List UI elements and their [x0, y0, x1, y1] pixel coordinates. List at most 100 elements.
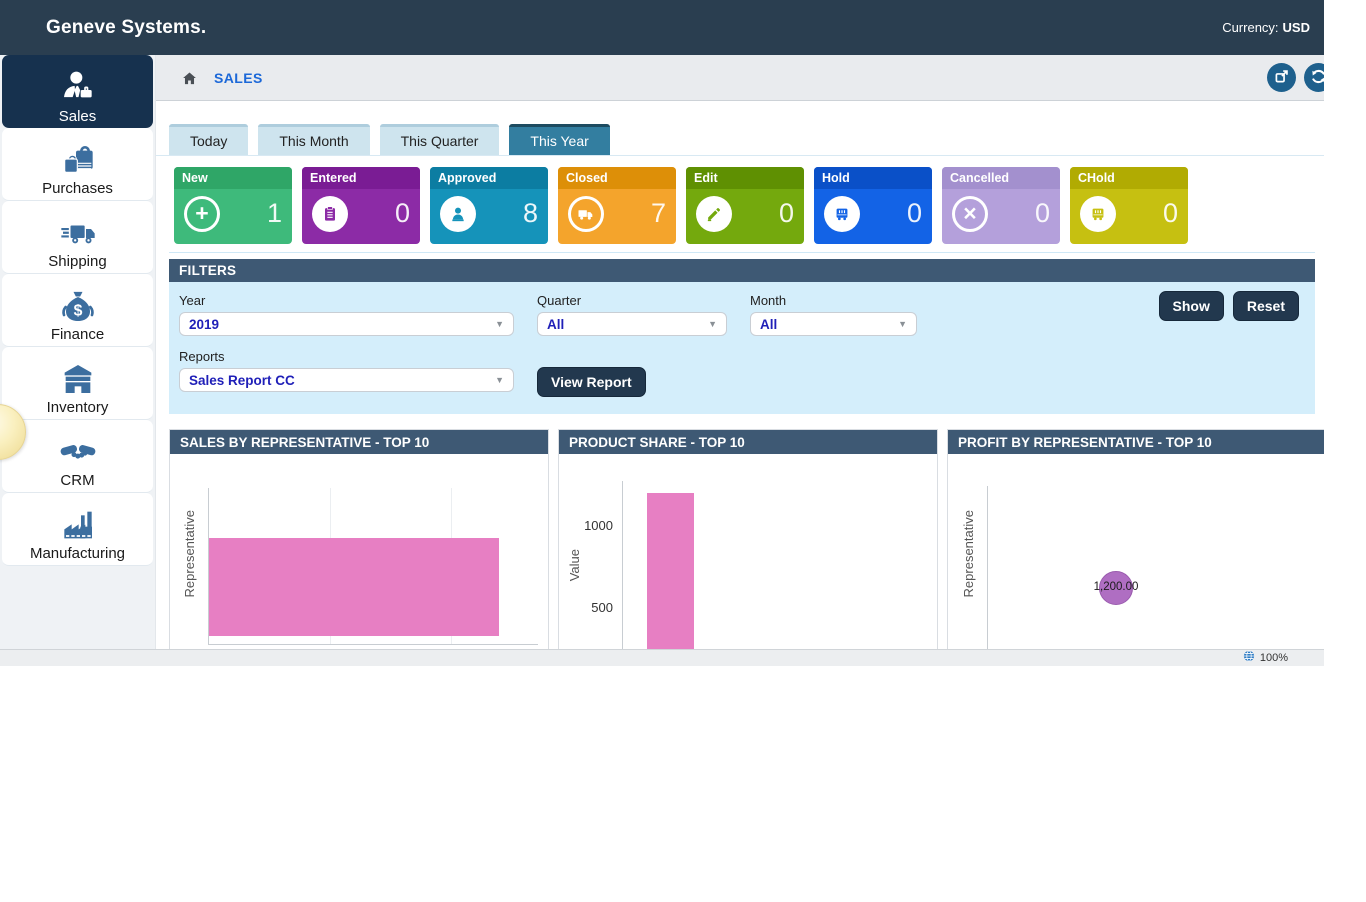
charts-row: SALES BY REPRESENTATIVE - TOP 10 Represe… [169, 429, 1324, 662]
app-title: Geneve Systems. [46, 17, 206, 39]
delivery-truck-icon [57, 213, 99, 253]
sidebar-item-inventory[interactable]: Inventory [2, 347, 153, 420]
status-card-value: 1 [267, 198, 282, 229]
shopping-bags-icon [57, 140, 99, 180]
product-share-body: Value 5001000 [559, 454, 937, 661]
sidebar-item-label: Manufacturing [30, 545, 125, 562]
x-icon: × [952, 196, 988, 232]
profit-bubble-label: 1,200.00 [1058, 581, 1174, 593]
filters-title: FILTERS [169, 259, 1315, 282]
month-label: Month [750, 293, 917, 308]
status-card-value: 0 [1035, 198, 1050, 229]
quarter-label: Quarter [537, 293, 727, 308]
product-share-chart: PRODUCT SHARE - TOP 10 Value 5001000 [558, 429, 938, 662]
status-card-entered[interactable]: Entered 0 [302, 167, 420, 244]
currency-label: Currency: [1222, 20, 1278, 35]
app-window: Geneve Systems. Currency:USD Sales Purch… [0, 0, 1324, 666]
y-axis-label: Representative [182, 510, 197, 597]
tab-this-year[interactable]: This Year [509, 124, 609, 155]
reports-dropdown[interactable]: Sales Report CC ▼ [179, 368, 514, 392]
main-content: SALES Today This Month This Quarter This… [155, 55, 1324, 666]
app-header: Geneve Systems. Currency:USD [0, 0, 1324, 55]
zoom-level[interactable]: 100% [1260, 652, 1288, 664]
period-tabs: Today This Month This Quarter This Year [156, 124, 1324, 156]
open-report-button[interactable] [1267, 63, 1296, 92]
money-bag-icon: $ [57, 286, 99, 326]
view-report-button[interactable]: View Report [537, 367, 646, 397]
status-card-edit[interactable]: Edit 0 [686, 167, 804, 244]
y-axis-label: Representative [961, 510, 976, 597]
home-icon[interactable] [181, 70, 198, 86]
status-cards-row: New + 1 Entered 0 App [174, 167, 1324, 244]
sidebar-item-label: Inventory [47, 399, 109, 416]
status-card-label: Entered [302, 167, 420, 189]
status-card-new[interactable]: New + 1 [174, 167, 292, 244]
reports-label: Reports [179, 349, 514, 364]
status-card-chold[interactable]: CHold 0 [1070, 167, 1188, 244]
sidebar-item-manufacturing[interactable]: Manufacturing [2, 493, 153, 566]
status-card-label: Closed [558, 167, 676, 189]
quarter-dropdown[interactable]: All ▼ [537, 312, 727, 336]
month-value: All [760, 317, 777, 332]
status-card-approved[interactable]: Approved 8 [430, 167, 548, 244]
status-card-label: Approved [430, 167, 548, 189]
month-dropdown[interactable]: All ▼ [750, 312, 917, 336]
plus-icon: + [184, 196, 220, 232]
reports-value: Sales Report CC [189, 373, 295, 388]
status-card-label: Hold [814, 167, 932, 189]
status-card-value: 0 [395, 198, 410, 229]
chevron-down-icon: ▼ [495, 375, 504, 385]
sidebar-nav: Sales Purchases Shipping $ Finance [0, 55, 155, 666]
status-card-value: 0 [907, 198, 922, 229]
tab-today[interactable]: Today [169, 124, 248, 155]
status-card-value: 0 [779, 198, 794, 229]
sidebar-item-purchases[interactable]: Purchases [2, 128, 153, 201]
status-card-value: 0 [1163, 198, 1178, 229]
chart-title: PROFIT BY REPRESENTATIVE - TOP 10 [948, 430, 1324, 454]
chevron-down-icon: ▼ [495, 319, 504, 329]
open-in-new-icon [1273, 68, 1290, 88]
factory-icon [57, 505, 99, 545]
y-axis-label: Value [567, 549, 582, 581]
zoom-globe-icon[interactable] [1243, 649, 1260, 666]
warehouse-icon [57, 359, 99, 399]
page-title: SALES [214, 70, 263, 86]
reset-button[interactable]: Reset [1233, 291, 1299, 321]
quarter-value: All [547, 317, 564, 332]
pencil-icon [696, 196, 732, 232]
chevron-down-icon: ▼ [708, 319, 717, 329]
approver-stamp-icon [440, 196, 476, 232]
y-axis-tick: 500 [571, 600, 613, 615]
divider [169, 252, 1315, 253]
sidebar-item-shipping[interactable]: Shipping [2, 201, 153, 274]
status-card-label: Cancelled [942, 167, 1060, 189]
status-card-cancelled[interactable]: Cancelled × 0 [942, 167, 1060, 244]
y-axis-line [622, 481, 623, 661]
show-button[interactable]: Show [1159, 291, 1224, 321]
sidebar-item-label: Finance [51, 326, 104, 343]
status-card-hold[interactable]: Hold 0 [814, 167, 932, 244]
bar[interactable] [647, 493, 694, 661]
refresh-button[interactable] [1304, 63, 1324, 92]
truck-front-icon [824, 196, 860, 232]
year-dropdown[interactable]: 2019 ▼ [179, 312, 514, 336]
sidebar-item-label: Sales [59, 108, 97, 125]
sales-by-rep-plot [208, 488, 538, 645]
currency-indicator: Currency:USD [1222, 20, 1310, 35]
status-card-value: 7 [651, 198, 666, 229]
status-card-closed[interactable]: Closed 7 [558, 167, 676, 244]
sidebar-item-sales[interactable]: Sales [2, 55, 153, 128]
status-card-value: 8 [523, 198, 538, 229]
handshake-icon [57, 432, 99, 472]
sales-by-rep-chart: SALES BY REPRESENTATIVE - TOP 10 Represe… [169, 429, 549, 662]
tab-this-quarter[interactable]: This Quarter [380, 124, 500, 155]
chart-title: PRODUCT SHARE - TOP 10 [559, 430, 937, 454]
sidebar-item-finance[interactable]: $ Finance [2, 274, 153, 347]
y-axis-line [987, 486, 988, 653]
tab-this-month[interactable]: This Month [258, 124, 369, 155]
bar[interactable] [209, 538, 499, 636]
status-card-label: Edit [686, 167, 804, 189]
year-label: Year [179, 293, 514, 308]
chart-title: SALES BY REPRESENTATIVE - TOP 10 [170, 430, 548, 454]
sidebar-item-label: Shipping [48, 253, 106, 270]
